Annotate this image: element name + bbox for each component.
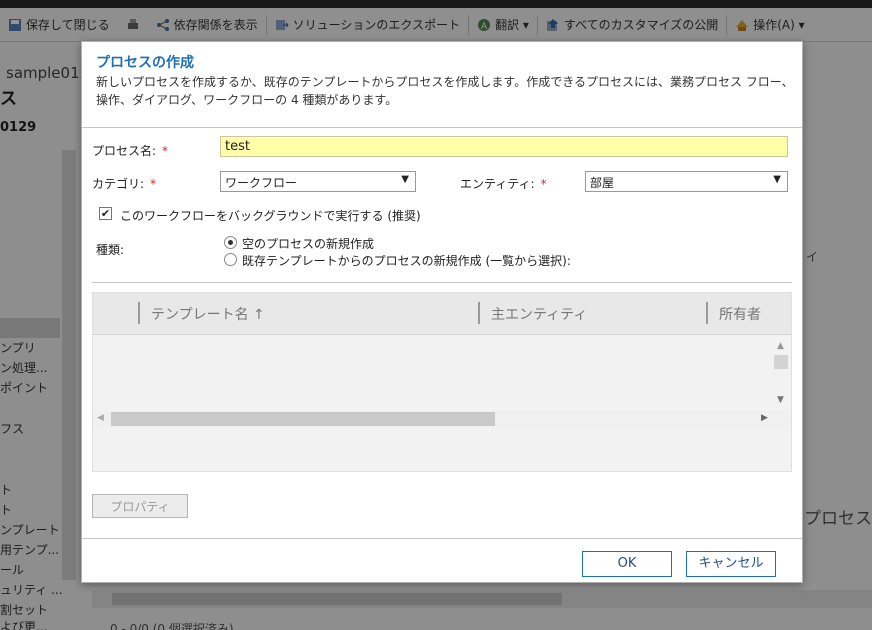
required-mark: * — [150, 177, 157, 191]
section-divider — [92, 282, 792, 283]
dropdown-arrow-icon: ▼ — [773, 174, 781, 185]
process-name-input[interactable] — [220, 136, 788, 157]
category-selected-value: ワークフロー — [225, 176, 298, 190]
column-primary-entity[interactable]: 主エンティティ — [491, 304, 587, 324]
grid-vertical-scrollbar[interactable]: ▲ ▼ — [773, 337, 789, 413]
column-owner[interactable]: 所有者 — [719, 304, 779, 324]
dialog-title: プロセスの作成 — [96, 55, 194, 71]
dropdown-arrow-icon: ▼ — [401, 174, 409, 185]
grid-horizontal-scrollbar[interactable]: ◀ ▶ — [93, 411, 791, 427]
horizontal-scroll-thumb[interactable] — [111, 412, 495, 426]
ok-button[interactable]: OK — [582, 551, 672, 577]
entity-label-text: エンティティ: — [460, 177, 535, 191]
new-blank-process-label: 空のプロセスの新規作成 — [242, 237, 375, 251]
scroll-right-icon[interactable]: ▶ — [761, 413, 768, 423]
entity-selected-value: 部屋 — [590, 176, 615, 190]
required-mark: * — [162, 144, 169, 158]
column-separator — [706, 302, 708, 324]
template-grid: テンプレート名 ↑ 主エンティティ 所有者 ▲ ▼ ◀ ▶ — [92, 292, 792, 472]
grid-header: テンプレート名 ↑ 主エンティティ 所有者 — [93, 293, 791, 335]
type-label: 種類: — [96, 243, 125, 257]
column-separator — [138, 302, 140, 324]
vertical-scroll-thumb[interactable] — [774, 355, 788, 369]
footer-divider — [82, 538, 802, 539]
run-in-background-label: このワークフローをバックグラウンドで実行する (推奨) — [120, 209, 421, 223]
category-label-text: カテゴリ: — [92, 177, 145, 191]
scroll-up-icon[interactable]: ▲ — [777, 341, 784, 351]
entity-select[interactable]: 部屋 ▼ — [585, 171, 788, 192]
scroll-left-icon[interactable]: ◀ — [97, 413, 104, 423]
create-process-dialog: プロセスの作成 新しいプロセスを作成するか、既存のテンプレートからプロセスを作成… — [81, 41, 803, 583]
process-name-label: プロセス名: * — [92, 142, 168, 159]
from-template-label: 既存テンプレートからのプロセスの新規作成 (一覧から選択): — [242, 254, 571, 268]
category-select[interactable]: ワークフロー ▼ — [220, 171, 416, 192]
properties-button[interactable]: プロパティ — [92, 494, 188, 518]
scroll-down-icon[interactable]: ▼ — [777, 395, 784, 405]
dialog-header: プロセスの作成 新しいプロセスを作成するか、既存のテンプレートからプロセスを作成… — [82, 42, 802, 128]
entity-label: エンティティ: * — [460, 175, 547, 192]
dialog-description: 新しいプロセスを作成するか、既存のテンプレートからプロセスを作成します。作成でき… — [96, 75, 794, 107]
run-in-background-checkbox[interactable]: ✔ — [99, 207, 112, 220]
new-blank-process-radio[interactable] — [224, 236, 237, 249]
column-template-name[interactable]: テンプレート名 ↑ — [151, 304, 265, 324]
cancel-button[interactable]: キャンセル — [686, 551, 776, 577]
category-label: カテゴリ: * — [92, 175, 156, 192]
from-template-radio[interactable] — [224, 253, 237, 266]
process-name-label-text: プロセス名: — [92, 144, 157, 158]
column-separator — [478, 302, 480, 324]
required-mark: * — [540, 177, 547, 191]
